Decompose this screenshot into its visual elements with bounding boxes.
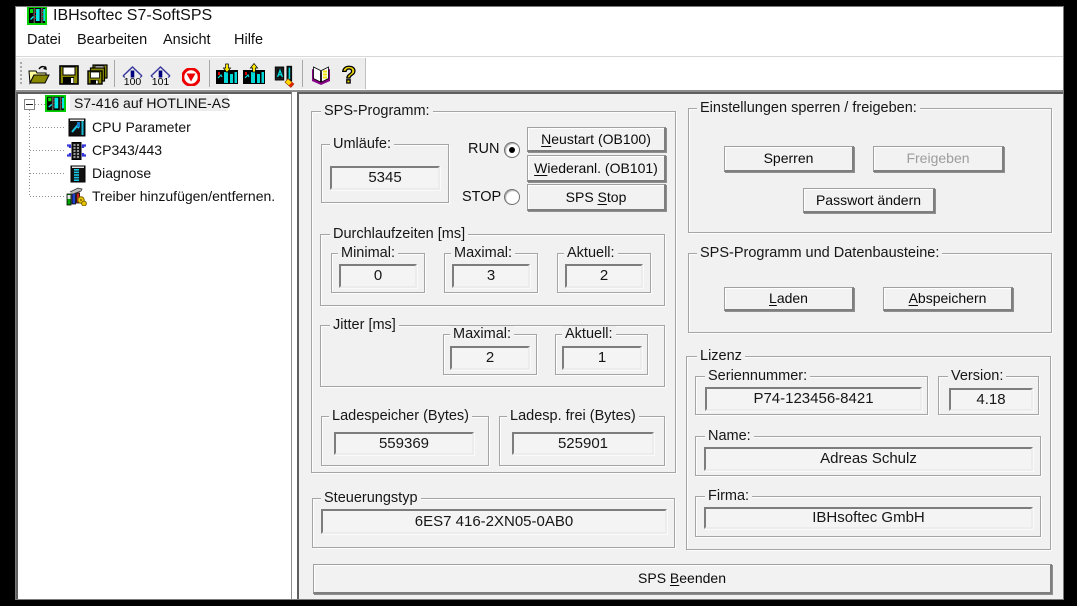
- svg-text:100: 100: [124, 76, 142, 86]
- svg-text:101: 101: [152, 76, 170, 86]
- svg-text:?: ?: [342, 63, 357, 87]
